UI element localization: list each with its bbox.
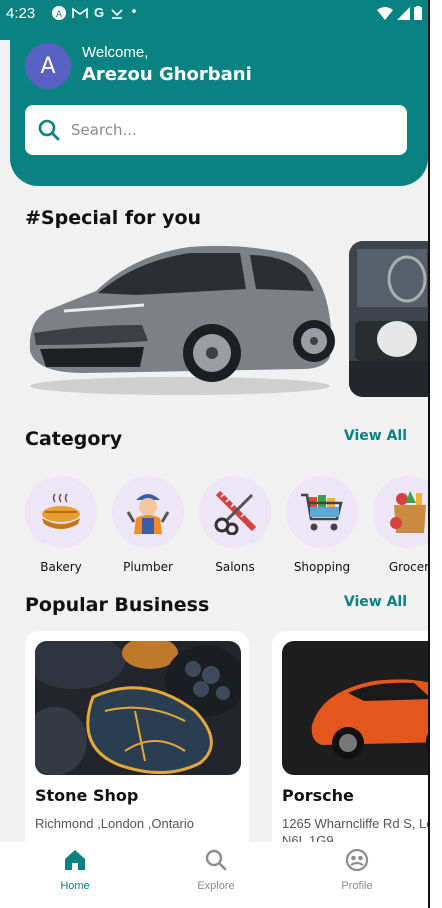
dot-icon: • [130,5,138,20]
special-card-car[interactable] [24,241,336,397]
business-address: Richmond ,London ,Ontario [35,816,194,831]
business-name: Porsche [282,786,354,805]
popular-view-all-link[interactable]: View All [344,594,407,610]
user-name: Arezou Ghorbani [82,64,252,85]
category-label: Plumber [123,560,173,574]
search-bar[interactable] [25,105,407,155]
system-icons [377,6,422,20]
nav-label: Explore [197,880,235,892]
interior-image [349,241,428,397]
nav-label: Home [60,880,90,892]
search-input[interactable] [71,121,371,139]
welcome-text: Welcome, [82,44,149,61]
status-bar: 4:23 A G • [0,0,428,30]
special-title: #Special for you [25,207,202,229]
category-label: Bakery [40,560,82,574]
avatar[interactable]: A [25,43,71,89]
search-icon [205,849,227,871]
plumber-icon [126,494,170,534]
category-item-bakery[interactable]: Bakery [24,476,98,574]
category-item-plumber[interactable]: Plumber [111,476,185,574]
stone-image [35,641,241,775]
battery-icon [414,6,422,20]
signal-icon [397,6,410,20]
category-label: Shopping [293,560,351,574]
category-title: Category [25,428,123,450]
nav-home[interactable]: Home [35,848,115,892]
google-icon: G [94,5,105,20]
app-screen: 4:23 A G • A Welcome, Arezou Ghorbani #S… [0,0,428,908]
business-card-stone-shop[interactable]: Stone Shop Richmond ,London ,Ontario [25,631,249,861]
category-label: Grocer [388,560,428,574]
search-icon [38,119,60,141]
category-view-all-link[interactable]: View All [344,428,407,444]
category-item-shopping[interactable]: Shopping [285,476,359,574]
porsche-image [282,641,428,775]
nav-explore[interactable]: Explore [176,848,256,892]
notification-icons: A G • [52,5,138,20]
shopping-cart-icon [301,493,343,531]
business-card-porsche[interactable]: Porsche 1265 Wharncliffe Rd S, London, O… [272,631,428,861]
home-icon [65,850,85,870]
car-image [29,245,335,395]
nav-profile[interactable]: Profile [317,848,397,892]
gmail-icon [72,6,88,18]
pie-icon [42,493,80,529]
profile-icon [345,848,369,872]
category-item-grocer[interactable]: Grocer [372,476,428,574]
svg-text:A: A [56,10,63,20]
popular-title: Popular Business [25,594,210,616]
download-icon [111,8,123,19]
special-card-interior[interactable] [349,241,428,397]
status-time: 4:23 [6,5,36,22]
scissors-comb-icon [214,490,257,535]
window-edge [428,0,442,908]
app-icon: A [52,5,66,20]
bottom-navigation: Home Explore Profile [0,842,428,908]
category-item-salons[interactable]: Salons [198,476,272,574]
grocery-bag-icon [390,491,426,533]
wifi-icon [377,6,393,20]
business-name: Stone Shop [35,786,139,805]
category-label: Salons [215,560,255,574]
nav-label: Profile [341,880,373,892]
